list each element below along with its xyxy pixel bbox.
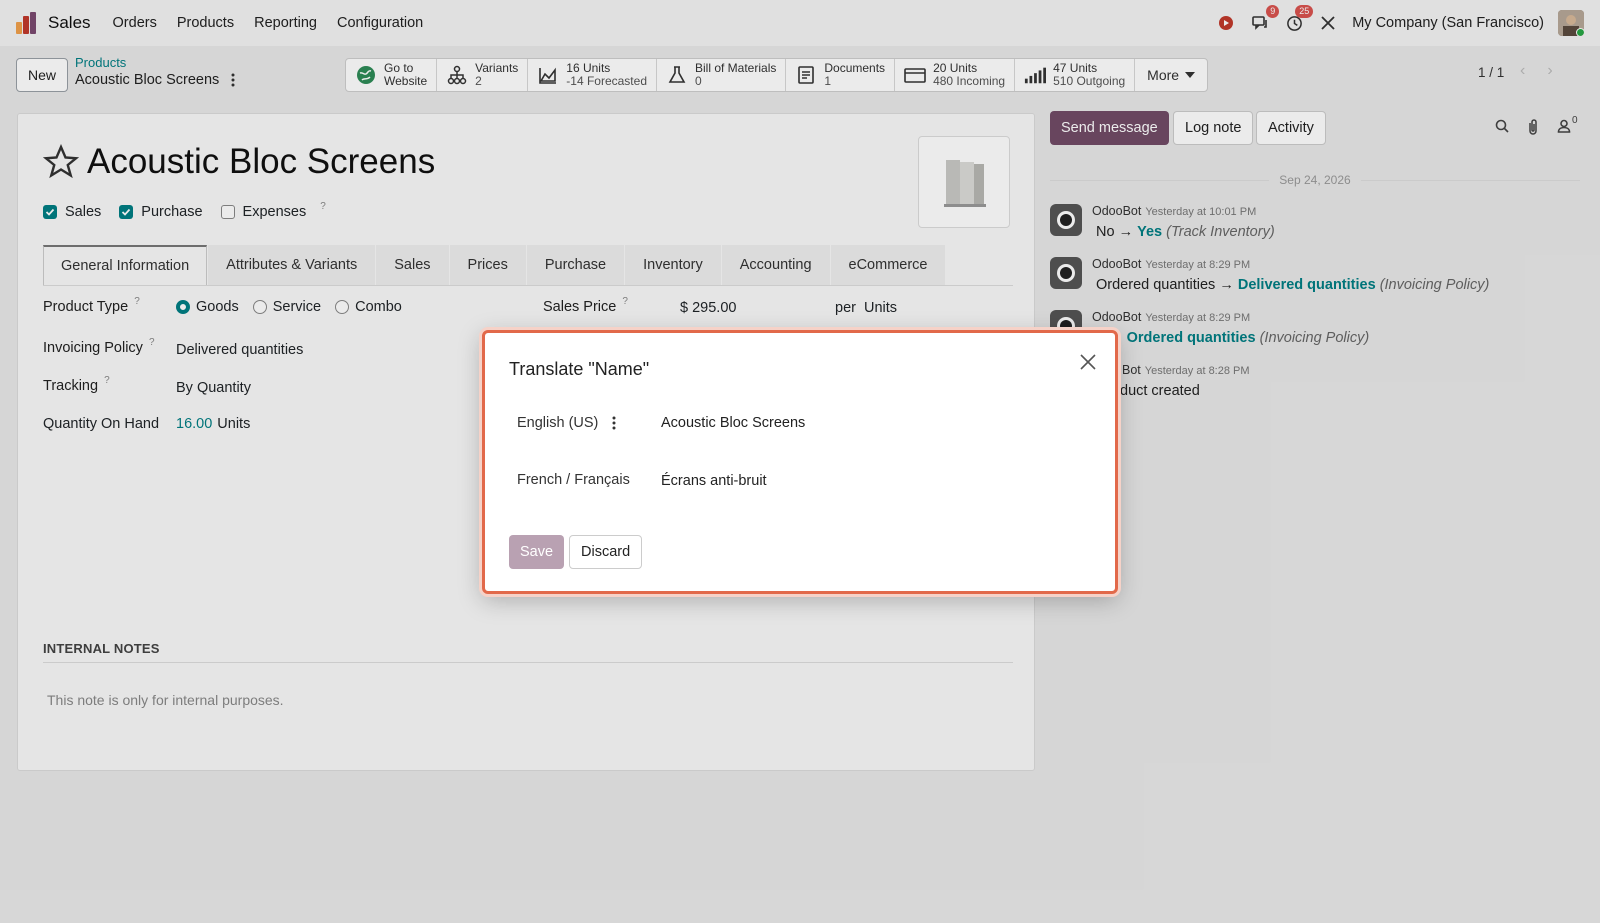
- language-english-label: English (US): [517, 415, 599, 431]
- discard-button[interactable]: Discard: [569, 535, 643, 569]
- translate-dialog: Translate "Name" English (US) Acoustic B…: [482, 330, 1118, 594]
- translation-french-input[interactable]: Écrans anti-bruit: [661, 473, 767, 489]
- dialog-title: Translate "Name": [509, 359, 650, 379]
- translation-english-input[interactable]: Acoustic Bloc Screens: [661, 415, 805, 431]
- close-icon[interactable]: [1077, 351, 1099, 373]
- save-button[interactable]: Save: [509, 535, 565, 569]
- language-options-kebab-icon[interactable]: [612, 416, 616, 430]
- language-french-label: French / Français: [517, 472, 630, 488]
